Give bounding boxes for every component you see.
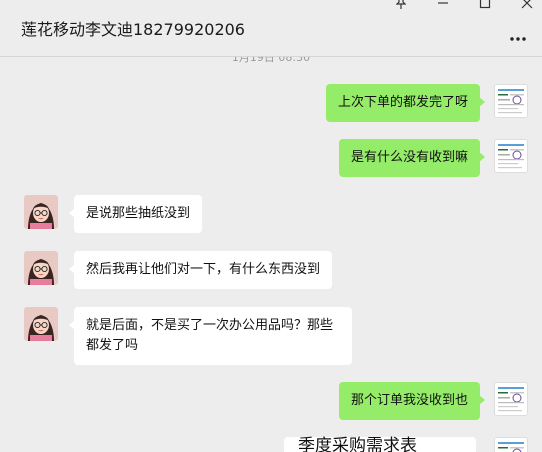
message-row: 季度采购需求表 xyxy=(0,436,542,452)
maximize-icon[interactable] xyxy=(478,0,492,10)
contact-avatar[interactable] xyxy=(24,251,58,285)
close-icon[interactable] xyxy=(520,0,534,10)
window-controls xyxy=(394,0,534,10)
chat-header: 莲花移动李文迪18279920206 xyxy=(0,0,542,57)
my-avatar[interactable] xyxy=(494,437,528,452)
chat-area[interactable]: 1月19日 08:30 上次下单的都发完了呀 是有什么没有收到嘛 是说那些抽纸没… xyxy=(0,57,542,452)
my-message-bubble[interactable]: 是有什么没有收到嘛 xyxy=(338,139,486,177)
contact-avatar[interactable] xyxy=(24,307,58,341)
my-avatar[interactable] xyxy=(494,382,528,416)
file-name: 季度采购需求表 xyxy=(298,436,417,452)
my-avatar[interactable] xyxy=(494,139,528,173)
contact-avatar[interactable] xyxy=(24,195,58,229)
message-timestamp: 1月19日 08:30 xyxy=(231,57,311,64)
contact-message-bubble[interactable]: 是说那些抽纸没到 xyxy=(68,195,203,233)
contact-message-bubble[interactable]: 就是后面，不是买了一次办公用品吗？那些都发了吗 xyxy=(69,307,352,365)
scrollbar[interactable] xyxy=(538,57,542,452)
more-icon[interactable] xyxy=(510,26,526,45)
my-message-bubble[interactable]: 那个订单我没收到也 xyxy=(338,382,486,420)
chat-title: 莲花移动李文迪18279920206 xyxy=(21,20,245,39)
my-message-bubble[interactable]: 上次下单的都发完了呀 xyxy=(325,84,486,122)
contact-message-bubble[interactable]: 然后我再让他们对一下，有什么东西没到 xyxy=(68,251,333,289)
pin-icon[interactable] xyxy=(394,0,408,10)
my-avatar[interactable] xyxy=(494,84,528,118)
minimize-icon[interactable] xyxy=(436,0,450,10)
